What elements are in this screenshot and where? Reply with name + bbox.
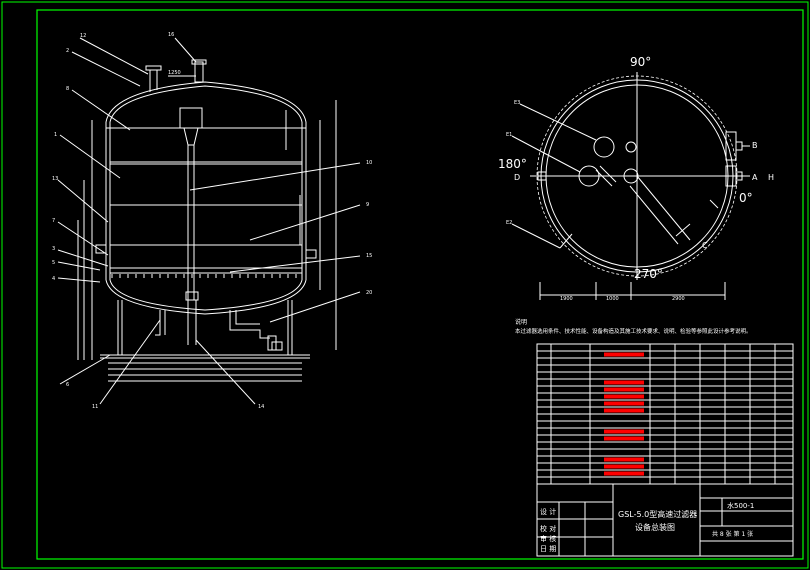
angle-270: 270° [634,267,663,281]
angle-90: 90° [630,55,651,69]
leader-8: 8 [66,86,69,92]
leader-9: 9 [366,202,369,208]
drawing-title-line2: 设备总装图 [635,522,675,532]
title-label-check: 校 对 [540,524,556,533]
table-highlight [604,464,644,469]
plan-dim-2: 1000 [606,296,619,302]
sheet-count: 共 8 张 第 1 张 [712,530,753,538]
leader-15: 15 [366,253,372,259]
bottom-head [105,279,307,315]
plan-letter-h: H [768,173,774,182]
plan-letter-d: D [514,173,520,182]
distributor-top [179,107,203,129]
angle-180: 180° [498,157,527,171]
title-block: 设 计 校 对 审 核 日 期 GSL-5.0型高速过滤器 设备总装图 水500… [536,483,794,557]
elevation-dimensions [77,75,337,382]
nozzle-row [111,274,297,278]
leader-12: 12 [80,33,86,39]
drawing-title-line1: GSL-5.0型高速过滤器 [618,509,697,519]
table-highlight [604,408,644,413]
leader-3: 3 [52,246,55,252]
leader-2: 2 [66,48,69,54]
drawing-number: 水500-1 [727,501,754,510]
plan-leader-e1: E1 [506,132,512,138]
outer-frame [1,1,809,569]
table-highlight [604,380,644,385]
leader-13: 13 [52,176,58,182]
cad-drawing: 12 2 8 1 13 7 3 5 4 16 10 9 15 20 11 14 … [1,1,809,569]
top-head [105,81,307,123]
angle-0: 0° [739,191,753,205]
leader-11: 11 [92,404,98,410]
elevation-leaders [57,37,361,405]
dim-top: 1250 [168,70,181,76]
leader-1: 1 [54,132,57,138]
notes-title: 说明 [515,318,527,326]
plan-letter-b: B [752,141,758,150]
plan-port-1 [593,136,615,158]
leader-16: 16 [168,32,174,38]
leader-10: 10 [366,160,372,166]
plan-leader-e2: E2 [506,220,512,226]
plan-dim-1: 1900 [560,296,573,302]
plan-dim-3: 2900 [672,296,685,302]
title-label-design: 设 计 [540,507,556,516]
title-label-review: 审 核 [540,534,556,543]
parts-table [536,343,794,485]
notes-text: 本过滤器选用条件、技术性能、设备构造及其施工技术要求、说明、检验等参照此设计参考… [515,327,752,335]
leader-5: 5 [52,260,55,266]
table-highlight [604,429,644,434]
plan-view: 90° 180° 0° 270° B D A H C E3 E1 E2 1900… [498,55,774,302]
leader-4: 4 [52,276,55,282]
table-highlight [604,471,644,476]
leader-6: 6 [66,382,69,388]
table-highlight [604,352,644,357]
plan-letter-c: C [702,241,708,250]
plan-leader-e3: E3 [514,100,520,106]
table-highlight [604,394,644,399]
table-highlight [604,387,644,392]
plan-letter-a: A [752,173,758,182]
table-highlight [604,401,644,406]
leader-14: 14 [258,404,264,410]
title-label-date: 日 期 [540,545,556,553]
leader-20: 20 [366,290,372,296]
table-highlight [604,436,644,441]
leader-7: 7 [52,218,55,224]
table-highlight [604,457,644,462]
elevation-view: 12 2 8 1 13 7 3 5 4 16 10 9 15 20 11 14 … [52,32,372,410]
